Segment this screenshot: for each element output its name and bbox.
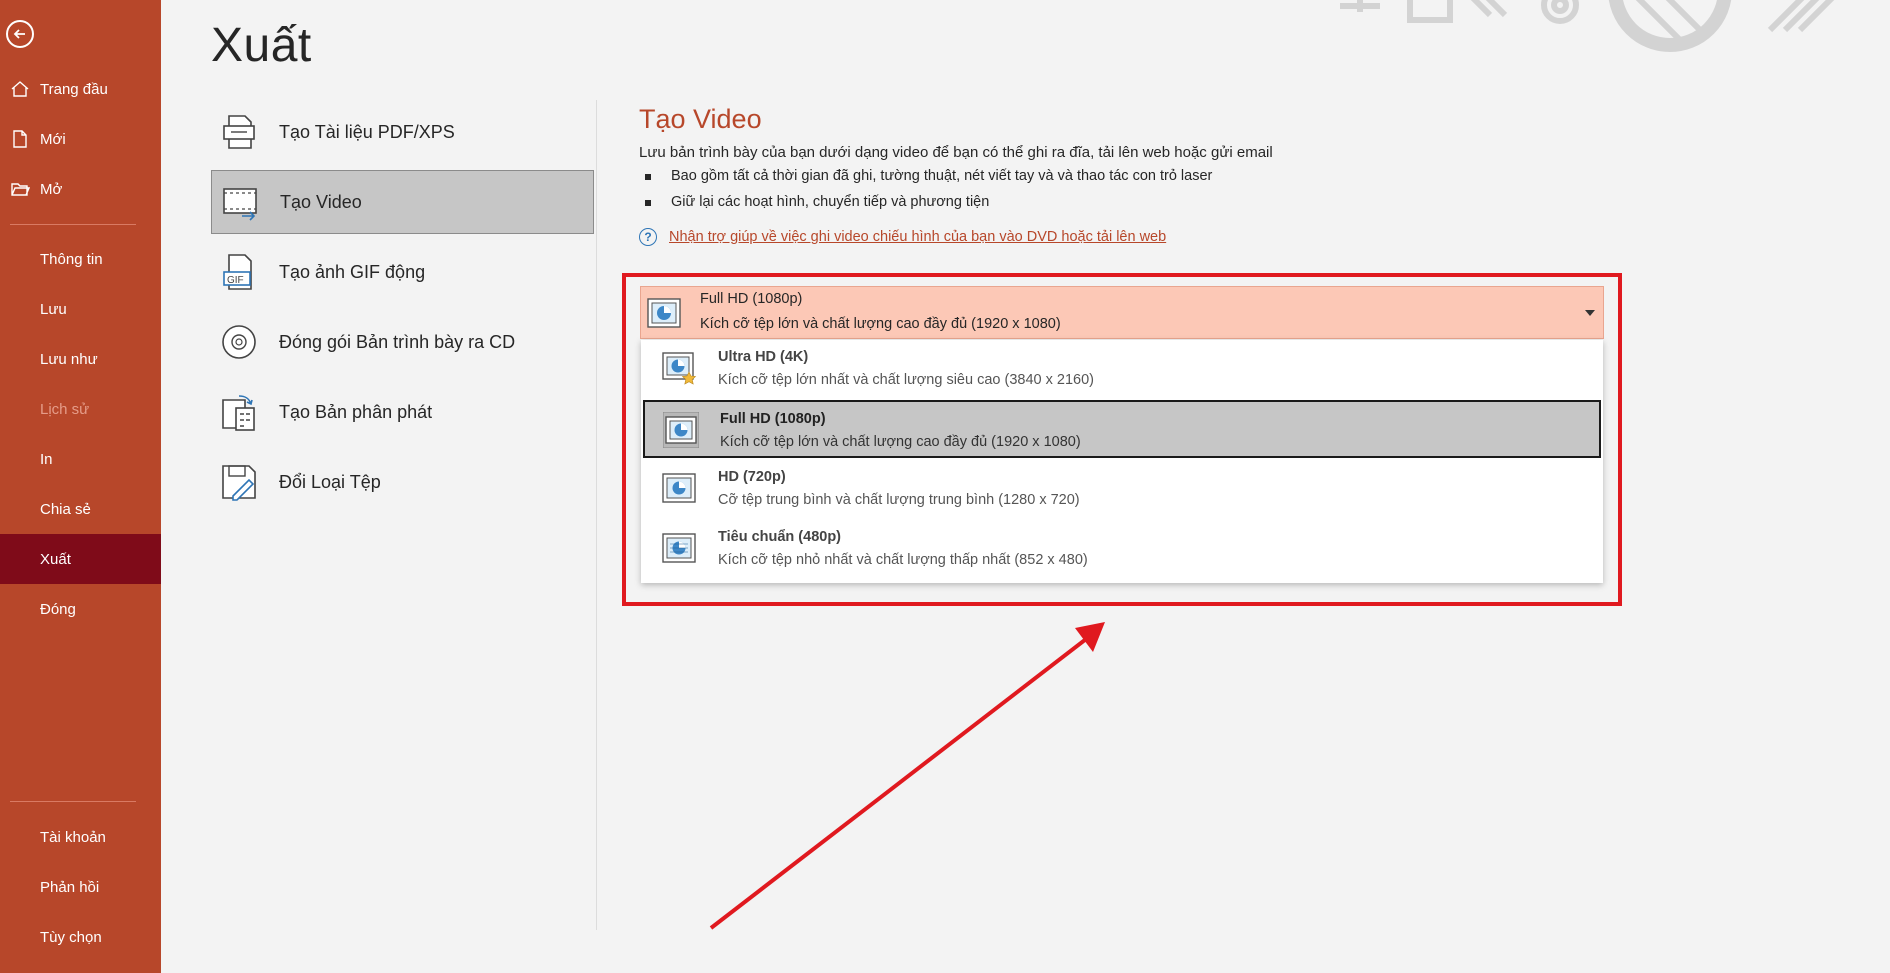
export-option-handouts[interactable]: Tạo Bản phân phát [211,380,594,444]
quality-option-ultra-hd[interactable]: Ultra HD (4K) Kích cỡ tệp lớn nhất và ch… [643,340,1601,398]
nav-close-label: Đóng [40,600,76,618]
nav-save-as[interactable]: Lưu như [0,334,161,384]
nav-export[interactable]: Xuất [0,534,161,584]
nav-share-label: Chia sẻ [40,500,91,518]
nav-divider [10,224,136,225]
nav-feedback-label: Phản hồi [40,878,100,896]
detail-bullet-text: Giữ lại các hoạt hình, chuyển tiếp và ph… [671,194,990,210]
export-option-cd-label: Đóng gói Bản trình bày ra CD [279,331,516,352]
nav-close[interactable]: Đóng [0,584,161,634]
nav-open[interactable]: Mở [0,164,161,214]
pdf-document-icon [223,115,255,149]
nav-options-label: Tùy chọn [40,928,102,946]
nav-info-label: Thông tin [40,250,103,268]
chevron-down-icon [1585,310,1595,316]
gif-icon: GIF [223,254,252,290]
detail-title: Tạo Video [639,104,762,134]
help-row: ? Nhận trợ giúp về việc ghi video chiếu … [639,226,1166,248]
video-icon [223,188,257,221]
ultra-hd-icon [662,352,697,385]
decorative-pattern [1340,0,1835,52]
nav-history: Lịch sử [0,384,161,434]
quality-option-title: Full HD (1080p) [720,411,826,427]
hd-icon [662,473,696,503]
new-file-icon [13,130,27,148]
quality-option-standard[interactable]: Tiêu chuẩn (480p) Kích cỡ tệp nhỏ nhất v… [643,520,1601,578]
nav-info[interactable]: Thông tin [0,234,161,284]
page-title: Xuất [211,19,312,72]
quality-option-desc: Kích cỡ tệp lớn và chất lượng cao đầy đủ… [720,434,1081,450]
folder-open-icon [11,183,30,196]
quality-dropdown-list: Ultra HD (4K) Kích cỡ tệp lớn nhất và ch… [641,340,1603,583]
nav-account-label: Tài khoản [40,828,106,846]
column-divider [596,100,597,930]
nav-home[interactable]: Trang đầu [0,64,161,114]
standard-icon [662,533,696,563]
home-icon [11,81,29,97]
export-option-change-file-type-label: Đổi Loại Tệp [279,471,381,492]
detail-description: Lưu bản trình bày của bạn dưới dạng vide… [639,144,1273,161]
full-hd-icon [663,412,699,448]
nav-divider-bottom [10,801,136,802]
help-link[interactable]: Nhận trợ giúp về việc ghi video chiếu hì… [669,229,1166,245]
export-option-cd[interactable]: Đóng gói Bản trình bày ra CD [211,310,594,374]
nav-save[interactable]: Lưu [0,284,161,334]
quality-option-title: Ultra HD (4K) [718,349,809,365]
handouts-icon [222,395,255,431]
svg-text:GIF: GIF [227,275,244,286]
help-question-icon: ? [639,228,657,246]
nav-save-as-label: Lưu như [40,350,98,368]
quality-selected-desc: Kích cỡ tệp lớn và chất lượng cao đầy đủ… [700,316,1061,332]
quality-option-full-hd[interactable]: Full HD (1080p) Kích cỡ tệp lớn và chất … [643,400,1601,458]
export-option-pdf-label: Tạo Tài liệu PDF/XPS [279,121,455,142]
nav-export-label: Xuất [40,550,71,568]
back-button[interactable] [6,20,34,48]
export-option-pdf[interactable]: Tạo Tài liệu PDF/XPS [211,100,594,164]
nav-new[interactable]: Mới [0,114,161,164]
nav-new-label: Mới [40,130,66,148]
backstage-sidebar: Trang đầu Mới Mở Thông tin Lưu Lưu như L… [0,0,161,973]
nav-home-label: Trang đầu [40,80,108,98]
back-arrow-icon [13,29,25,39]
quality-option-desc: Cỡ tệp trung bình và chất lượng trung bì… [718,492,1080,508]
export-option-video[interactable]: Tạo Video [211,170,594,234]
detail-bullet-text: Bao gồm tất cả thời gian đã ghi, tường t… [671,168,1213,184]
quality-option-hd[interactable]: HD (720p) Cỡ tệp trung bình và chất lượn… [643,460,1601,518]
quality-option-title: HD (720p) [718,469,786,485]
quality-option-desc: Kích cỡ tệp lớn nhất và chất lượng siêu … [718,372,1094,388]
nav-options[interactable]: Tùy chọn [0,912,161,962]
nav-print[interactable]: In [0,434,161,484]
cd-icon [222,325,256,359]
export-option-gif-label: Tạo ảnh GIF động [279,261,426,282]
nav-print-label: In [40,450,53,468]
nav-history-label: Lịch sử [40,400,90,418]
nav-share[interactable]: Chia sẻ [0,484,161,534]
full-hd-icon [647,298,681,328]
nav-feedback[interactable]: Phản hồi [0,862,161,912]
export-option-handouts-label: Tạo Bản phân phát [279,401,433,422]
quality-dropdown[interactable]: Full HD (1080p) Kích cỡ tệp lớn và chất … [640,286,1604,339]
bullet-marker [645,174,651,180]
nav-save-label: Lưu [40,300,67,318]
quality-selected-title: Full HD (1080p) [700,291,803,307]
export-option-gif[interactable]: GIF Tạo ảnh GIF động [211,240,594,304]
export-option-change-file-type[interactable]: Đổi Loại Tệp [211,450,594,514]
change-file-type-icon [222,465,256,501]
bullet-marker [645,200,651,206]
export-option-video-label: Tạo Video [280,191,362,212]
quality-option-desc: Kích cỡ tệp nhỏ nhất và chất lượng thấp … [718,552,1088,568]
nav-account[interactable]: Tài khoản [0,812,161,862]
quality-option-title: Tiêu chuẩn (480p) [718,529,842,545]
nav-open-label: Mở [40,180,63,198]
